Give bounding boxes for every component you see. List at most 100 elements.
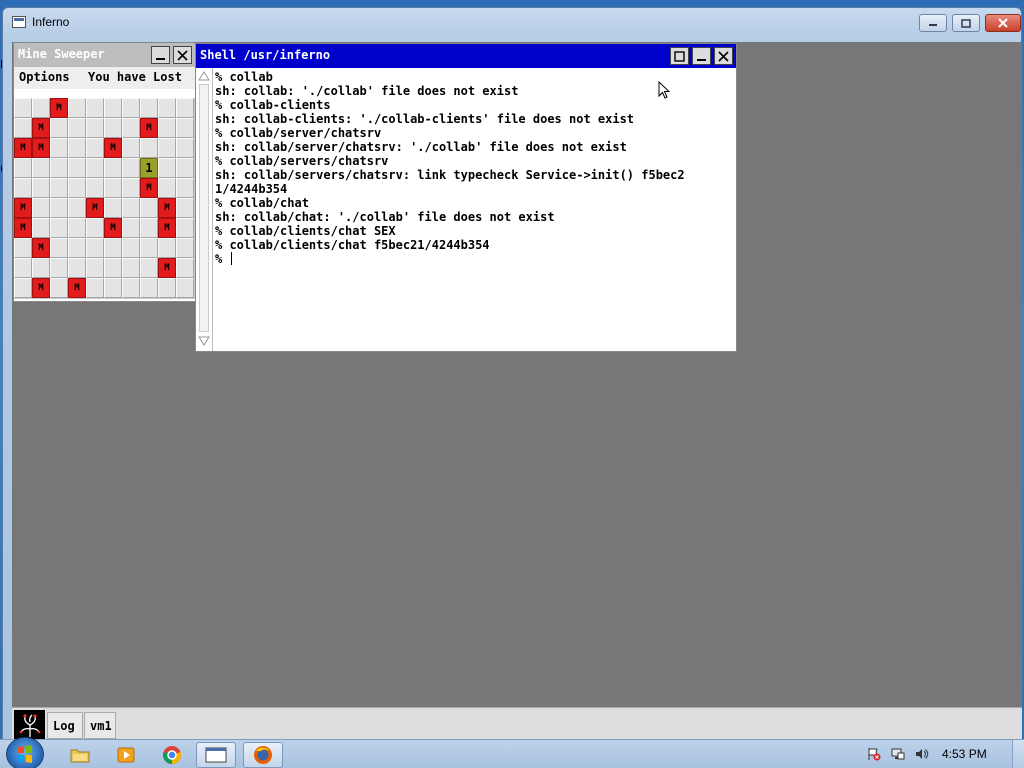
shell-close-button[interactable] — [714, 47, 733, 65]
shell-minimize-button[interactable] — [692, 47, 711, 65]
mine-cell[interactable]: M — [140, 118, 158, 138]
minefield-cell[interactable] — [68, 158, 86, 178]
minimize-button[interactable] — [919, 14, 947, 32]
mine-cell[interactable]: M — [14, 218, 32, 238]
minefield-cell[interactable] — [104, 278, 122, 298]
mine-cell[interactable]: M — [104, 138, 122, 158]
minesweeper-minimize-button[interactable] — [151, 46, 170, 64]
minefield-cell[interactable] — [104, 98, 122, 118]
minefield-cell[interactable] — [68, 218, 86, 238]
minefield-cell[interactable] — [50, 198, 68, 218]
minefield-cell[interactable] — [122, 118, 140, 138]
taskbar-chrome[interactable] — [152, 742, 192, 768]
minefield-cell[interactable] — [68, 178, 86, 198]
minefield-cell[interactable] — [50, 238, 68, 258]
mine-cell[interactable]: M — [68, 278, 86, 298]
minefield-cell[interactable] — [140, 238, 158, 258]
minefield-cell[interactable] — [86, 278, 104, 298]
minefield-cell[interactable] — [122, 278, 140, 298]
minefield-cell[interactable] — [140, 258, 158, 278]
minefield-cell[interactable] — [176, 278, 194, 298]
network-icon[interactable] — [891, 747, 905, 761]
minefield-cell[interactable] — [158, 158, 176, 178]
minefield-cell[interactable] — [122, 218, 140, 238]
minefield-cell[interactable] — [158, 118, 176, 138]
minefield-cell[interactable] — [158, 278, 176, 298]
minefield-cell[interactable] — [50, 218, 68, 238]
minefield-cell[interactable] — [104, 178, 122, 198]
minefield-cell[interactable] — [140, 218, 158, 238]
minefield-cell[interactable] — [68, 198, 86, 218]
minefield-cell[interactable] — [68, 138, 86, 158]
minefield-cell[interactable] — [68, 258, 86, 278]
minefield-cell[interactable] — [104, 118, 122, 138]
mine-cell[interactable]: M — [32, 118, 50, 138]
minefield-cell[interactable] — [140, 198, 158, 218]
minefield-cell[interactable] — [104, 158, 122, 178]
minesweeper-titlebar[interactable]: Mine Sweeper — [14, 43, 195, 67]
minefield-cell[interactable] — [50, 138, 68, 158]
minefield-cell[interactable] — [14, 98, 32, 118]
close-button[interactable] — [985, 14, 1021, 32]
mine-cell[interactable]: M — [86, 198, 104, 218]
minefield-cell[interactable] — [68, 118, 86, 138]
taskbar-firefox[interactable] — [243, 742, 283, 768]
mine-cell[interactable]: M — [14, 138, 32, 158]
action-center-icon[interactable] — [867, 747, 881, 761]
show-desktop-button[interactable] — [1012, 740, 1024, 768]
host-window-titlebar[interactable]: Inferno — [3, 8, 1021, 36]
tab-log[interactable]: Log — [47, 712, 83, 739]
minefield-cell[interactable] — [140, 138, 158, 158]
minefield-cell[interactable] — [176, 158, 194, 178]
options-menu[interactable]: Options — [19, 70, 70, 84]
minefield-cell[interactable] — [176, 238, 194, 258]
shell-prompt-line[interactable]: % — [215, 252, 735, 266]
minefield-cell[interactable] — [86, 218, 104, 238]
minefield-cell[interactable] — [86, 138, 104, 158]
minefield-cell[interactable] — [86, 118, 104, 138]
mine-cell[interactable]: M — [32, 238, 50, 258]
minefield-cell[interactable] — [14, 278, 32, 298]
minefield-cell[interactable] — [176, 98, 194, 118]
mine-cell[interactable]: M — [158, 198, 176, 218]
shell-maximize-button[interactable] — [670, 47, 689, 65]
inferno-logo-icon[interactable] — [14, 710, 45, 741]
minefield-cell[interactable] — [32, 98, 50, 118]
mine-cell[interactable]: M — [14, 198, 32, 218]
minefield-cell[interactable] — [68, 98, 86, 118]
minefield-cell[interactable] — [32, 178, 50, 198]
minefield-cell[interactable] — [176, 218, 194, 238]
minefield-cell[interactable] — [122, 258, 140, 278]
minefield-cell[interactable] — [86, 178, 104, 198]
minesweeper-close-button[interactable] — [173, 46, 192, 64]
mine-cell[interactable]: M — [104, 218, 122, 238]
taskbar-media-player[interactable] — [106, 742, 146, 768]
mine-cell[interactable]: M — [32, 138, 50, 158]
shell-titlebar[interactable]: Shell /usr/inferno — [196, 44, 736, 68]
minefield-cell[interactable] — [32, 158, 50, 178]
tab-vm1[interactable]: vm1 — [84, 712, 116, 739]
minefield-cell[interactable] — [104, 258, 122, 278]
minefield-cell[interactable] — [50, 258, 68, 278]
clock-time[interactable]: 4:53 PM — [942, 747, 987, 761]
minefield-cell[interactable] — [14, 118, 32, 138]
minefield-cell[interactable] — [140, 278, 158, 298]
minefield-cell[interactable] — [122, 198, 140, 218]
minefield-cell[interactable] — [86, 258, 104, 278]
mine-cell[interactable]: M — [50, 98, 68, 118]
volume-icon[interactable] — [915, 747, 929, 761]
minefield-cell[interactable] — [86, 238, 104, 258]
minefield-cell[interactable] — [176, 138, 194, 158]
minefield-cell[interactable] — [122, 138, 140, 158]
mine-cell[interactable]: M — [32, 278, 50, 298]
minefield-cell[interactable] — [50, 278, 68, 298]
minefield-cell[interactable] — [122, 98, 140, 118]
minefield-cell[interactable] — [86, 98, 104, 118]
minefield-cell[interactable] — [176, 118, 194, 138]
minefield-cell[interactable] — [86, 158, 104, 178]
shell-output[interactable]: % collab sh: collab: './collab' file does… — [215, 70, 735, 350]
minefield-cell[interactable] — [158, 138, 176, 158]
minefield-cell[interactable] — [32, 218, 50, 238]
minefield-cell[interactable] — [50, 178, 68, 198]
minefield-cell[interactable] — [104, 238, 122, 258]
